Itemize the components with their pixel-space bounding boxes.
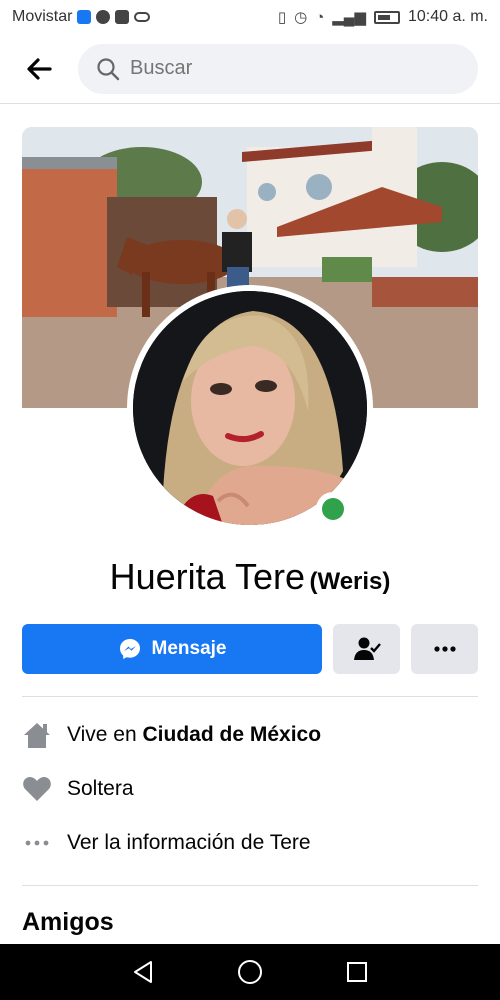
signal-icon: ▂▄▆ (332, 9, 366, 26)
nav-back-icon (134, 961, 153, 983)
search-header (0, 34, 500, 104)
clock: 10:40 a. m. (407, 8, 488, 25)
friends-heading: Amigos (22, 908, 114, 936)
nav-recents-icon (346, 962, 367, 982)
more-options-button[interactable] (411, 624, 478, 674)
profile-actions: Mensaje (22, 624, 478, 674)
divider (22, 696, 478, 697)
voicemail-icon (134, 12, 151, 22)
info-see-more[interactable]: Ver la información de Tere (22, 828, 478, 858)
residence-city[interactable]: Ciudad de México (143, 723, 322, 747)
status-bar: Movistar ▯ ◷ ◔ ▂▄▆ 10:40 a. m. (0, 0, 500, 34)
divider (22, 885, 478, 886)
relationship-status: Soltera (67, 777, 134, 800)
chat-notification-icon (96, 10, 111, 24)
profile-name-row: Huerita Tere (Weris) (0, 556, 500, 598)
alarm-icon: ◷ (294, 9, 308, 26)
back-arrow-icon (27, 57, 52, 80)
search-icon (97, 57, 120, 80)
status-left: Movistar (12, 8, 151, 26)
system-nav-bar (0, 944, 500, 1000)
vibrate-icon: ▯ (277, 9, 287, 26)
carrier-label: Movistar (12, 8, 73, 25)
home-icon (22, 720, 52, 750)
friend-check-icon (353, 637, 381, 660)
info-residence: Vive en Ciudad de México (22, 720, 478, 750)
back-button[interactable] (16, 46, 62, 92)
more-icon (433, 646, 456, 652)
message-button-label: Mensaje (151, 638, 227, 659)
info-relationship: Soltera (22, 774, 478, 804)
nav-back-button[interactable] (123, 952, 163, 992)
see-info-link[interactable]: Ver la información de Tere (67, 831, 311, 855)
profile-picture[interactable] (133, 291, 367, 525)
dots-icon (22, 828, 52, 858)
wifi-icon: ◔ (315, 8, 325, 26)
profile-alternate-name: (Weris) (309, 568, 391, 595)
search-input[interactable] (130, 57, 430, 80)
message-button[interactable]: Mensaje (22, 624, 322, 674)
search-bar[interactable] (78, 43, 478, 94)
nav-home-button[interactable] (230, 952, 270, 992)
profile-name: Huerita Tere (109, 556, 306, 597)
battery-icon (373, 10, 400, 24)
messenger-icon (119, 639, 140, 659)
app-notification-icon (77, 10, 92, 24)
residence-prefix: Vive en (67, 723, 143, 746)
profile-illustration (133, 291, 367, 525)
friend-status-button[interactable] (333, 624, 400, 674)
nav-home-icon (237, 960, 262, 984)
online-status-indicator (316, 492, 350, 526)
nav-recents-button[interactable] (337, 952, 377, 992)
facebook-notification-icon (115, 10, 130, 24)
status-right: ▯ ◷ ◔ ▂▄▆ 10:40 a. m. (278, 8, 488, 26)
heart-icon (22, 774, 52, 804)
online-dot (322, 498, 344, 520)
